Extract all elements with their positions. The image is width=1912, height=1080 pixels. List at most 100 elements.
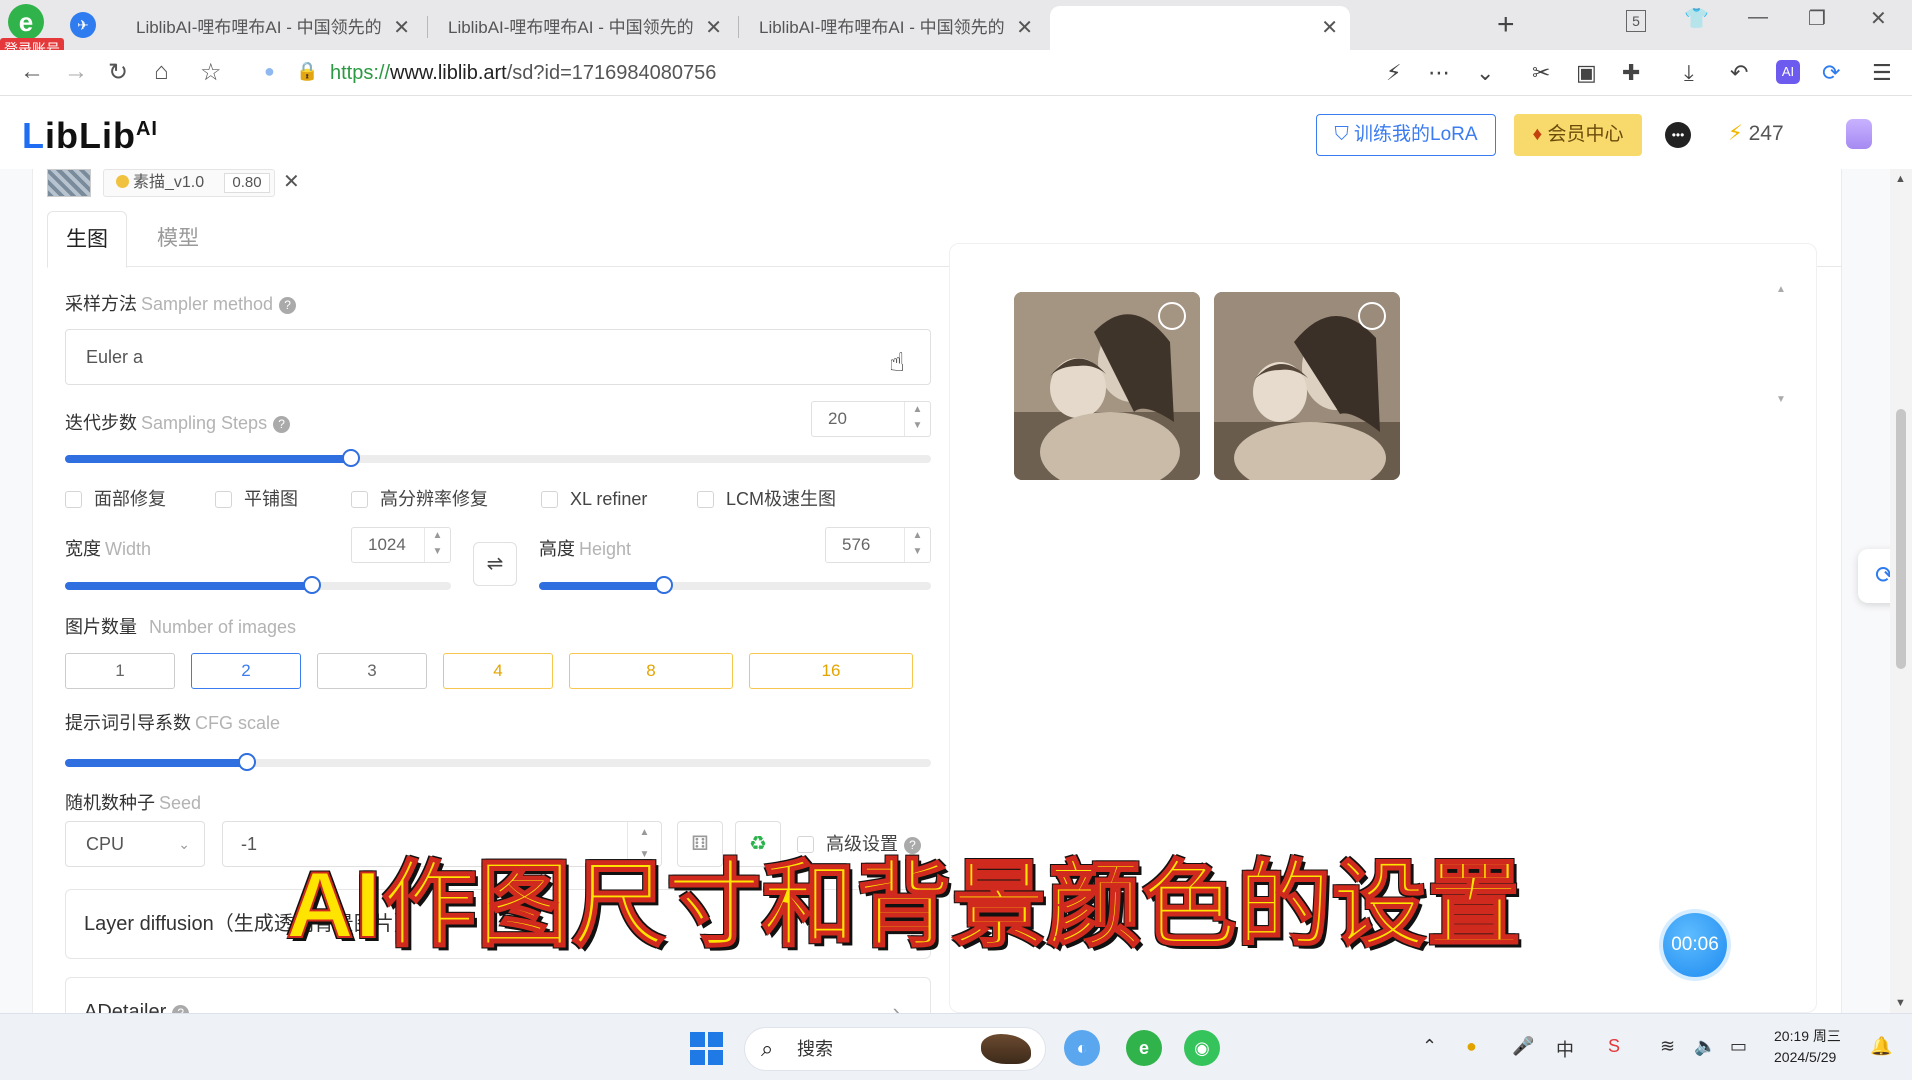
checkbox[interactable] — [65, 491, 82, 508]
browser-tab-3[interactable]: LiblibAI-哩布哩布AI - 中国领先的 ✕ — [735, 6, 1045, 50]
slider-handle[interactable] — [303, 576, 322, 594]
restore-icon[interactable]: ❐ — [1808, 6, 1826, 31]
menu-icon[interactable]: ☰ — [1872, 60, 1892, 86]
back-icon[interactable]: ← — [20, 58, 44, 86]
ime-indicator[interactable]: 中 — [1556, 1036, 1574, 1062]
image-count-8[interactable]: 8 — [569, 653, 733, 689]
result-image-1[interactable] — [1014, 292, 1200, 480]
forward-icon[interactable]: → — [64, 58, 88, 86]
wps-icon[interactable]: S — [1608, 1036, 1620, 1057]
height-input[interactable]: 576 ▲ ▼ — [825, 527, 931, 563]
train-lora-button[interactable]: ⛉ 训练我的LoRA — [1316, 114, 1496, 156]
url-field[interactable]: ● 🔒 https://www.liblib.art/sd?id=1716984… — [256, 56, 1372, 90]
chevron-down-icon[interactable]: ⌄ — [1476, 60, 1494, 86]
option-tiling[interactable]: 平铺图 — [215, 487, 298, 511]
results-scrollbar[interactable]: ▲ ▼ — [1776, 284, 1786, 474]
sampler-select[interactable]: Euler a — [65, 329, 931, 385]
lora-thumbnail[interactable] — [47, 169, 91, 197]
shirt-icon[interactable]: 👕 — [1684, 6, 1709, 31]
scissors-icon[interactable]: ✂ — [1532, 60, 1550, 86]
tab-close-icon[interactable]: ✕ — [1321, 6, 1338, 50]
home-icon[interactable]: ⌂ — [154, 58, 169, 86]
tab-count-icon[interactable]: 5 — [1626, 10, 1646, 32]
app-tray-icon[interactable]: ● — [1466, 1036, 1477, 1057]
image-count-1[interactable]: 1 — [65, 653, 175, 689]
image-count-4[interactable]: 4 — [443, 653, 553, 689]
lora-chip[interactable]: 素描_v1.0 0.80 — [103, 169, 275, 197]
taskbar-clock[interactable]: 20:19 周三 2024/5/29 — [1774, 1026, 1841, 1068]
tab-close-icon[interactable]: ✕ — [393, 6, 410, 50]
windows-start-icon[interactable] — [690, 1032, 724, 1066]
new-tab-button[interactable]: + — [1497, 8, 1515, 42]
checkbox[interactable] — [697, 491, 714, 508]
more-icon[interactable]: ⋯ — [1428, 60, 1450, 86]
slider-handle[interactable] — [655, 576, 674, 594]
notification-icon[interactable]: 🔔 — [1870, 1036, 1892, 1057]
browser-tab-2[interactable]: LiblibAI-哩布哩布AI - 中国领先的 ✕ — [424, 6, 734, 50]
reload-icon[interactable]: ↻ — [108, 58, 128, 87]
seed-device-select[interactable]: CPU ⌄ — [65, 821, 205, 867]
swap-dimensions-button[interactable]: ⇌ — [473, 542, 517, 586]
microphone-icon[interactable]: 🎤 — [1512, 1036, 1534, 1057]
download-icon[interactable]: ⤓ — [1684, 60, 1694, 86]
help-icon[interactable]: ? — [279, 297, 297, 314]
checkbox[interactable] — [351, 491, 368, 508]
favorites-icon[interactable]: ☆ — [200, 58, 222, 87]
tab-model[interactable]: 模型 — [157, 211, 199, 267]
browser-logo-icon[interactable]: e — [8, 4, 44, 40]
vip-center-button[interactable]: ♦ 会员中心 — [1514, 114, 1642, 156]
checkbox[interactable] — [215, 491, 232, 508]
width-input[interactable]: 1024 ▲ ▼ — [351, 527, 451, 563]
help-icon[interactable]: ? — [273, 416, 291, 433]
wechat-app-icon[interactable]: ◉ — [1184, 1030, 1220, 1066]
image-count-2[interactable]: 2 — [191, 653, 301, 689]
volume-icon[interactable]: 🔈 — [1694, 1036, 1716, 1057]
slider-handle[interactable] — [341, 449, 360, 467]
scroll-up-icon[interactable]: ▲ — [1895, 173, 1906, 185]
close-window-icon[interactable]: ✕ — [1870, 6, 1887, 31]
image-count-3[interactable]: 3 — [317, 653, 427, 689]
option-xl-refiner[interactable]: XL refiner — [541, 487, 647, 511]
select-circle[interactable] — [1158, 302, 1186, 330]
steps-slider[interactable] — [65, 449, 931, 467]
page-scrollbar[interactable]: ▲ ▼ — [1890, 169, 1912, 1013]
checkbox[interactable] — [541, 491, 558, 508]
tab-close-icon[interactable]: ✕ — [705, 6, 722, 50]
select-circle[interactable] — [1358, 302, 1386, 330]
option-lcm[interactable]: LCM极速生图 — [697, 487, 836, 511]
tab-close-icon[interactable]: ✕ — [1016, 6, 1033, 50]
image-count-16[interactable]: 16 — [749, 653, 913, 689]
scrollbar-thumb[interactable] — [1896, 409, 1906, 669]
result-image-2[interactable] — [1214, 292, 1400, 480]
browser-app-icon[interactable]: e — [1126, 1030, 1162, 1066]
stepper-arrows[interactable]: ▲ ▼ — [424, 528, 450, 562]
ai-icon[interactable]: AI — [1776, 60, 1800, 84]
option-hires-fix[interactable]: 高分辨率修复 — [351, 487, 488, 511]
undo-icon[interactable]: ↶ — [1730, 60, 1748, 86]
width-slider[interactable] — [65, 576, 451, 594]
option-face-restore[interactable]: 面部修复 — [65, 487, 166, 511]
minimize-icon[interactable]: — — [1748, 6, 1768, 29]
lightning-icon[interactable]: ⚡ — [1386, 60, 1401, 86]
wifi-icon[interactable]: ≋ — [1660, 1036, 1675, 1057]
tab-generate[interactable]: 生图 — [47, 211, 127, 268]
extensions-icon[interactable]: ✚ — [1622, 60, 1640, 86]
scroll-down-icon[interactable]: ▼ — [1895, 997, 1906, 1009]
browser-tab-1[interactable]: LiblibAI-哩布哩布AI - 中国领先的 ✕ — [112, 6, 422, 50]
steps-input[interactable]: 20 ▲ ▼ — [811, 401, 931, 437]
sync-icon[interactable]: ⟳ — [1822, 60, 1840, 86]
liblib-logo[interactable]: LibLibAI — [22, 115, 158, 157]
timer-badge[interactable]: 00:06 — [1663, 913, 1727, 977]
height-slider[interactable] — [539, 576, 931, 594]
message-icon[interactable]: ••• — [1665, 122, 1691, 148]
cfg-slider[interactable] — [65, 753, 931, 771]
avatar[interactable] — [1846, 119, 1872, 149]
help-icon[interactable]: ? — [172, 1005, 190, 1013]
adetailer-section[interactable]: ADetailer? › — [65, 977, 931, 1013]
slider-handle[interactable] — [237, 753, 256, 771]
chevron-up-icon[interactable]: ⌃ — [1422, 1036, 1437, 1057]
credits-counter[interactable]: ⚡ 247 — [1728, 121, 1784, 146]
stepper-arrows[interactable]: ▲ ▼ — [904, 528, 930, 562]
chat-app-icon[interactable]: ◐ — [1064, 1030, 1100, 1066]
pinned-tab-icon[interactable]: ✈ — [70, 12, 96, 38]
